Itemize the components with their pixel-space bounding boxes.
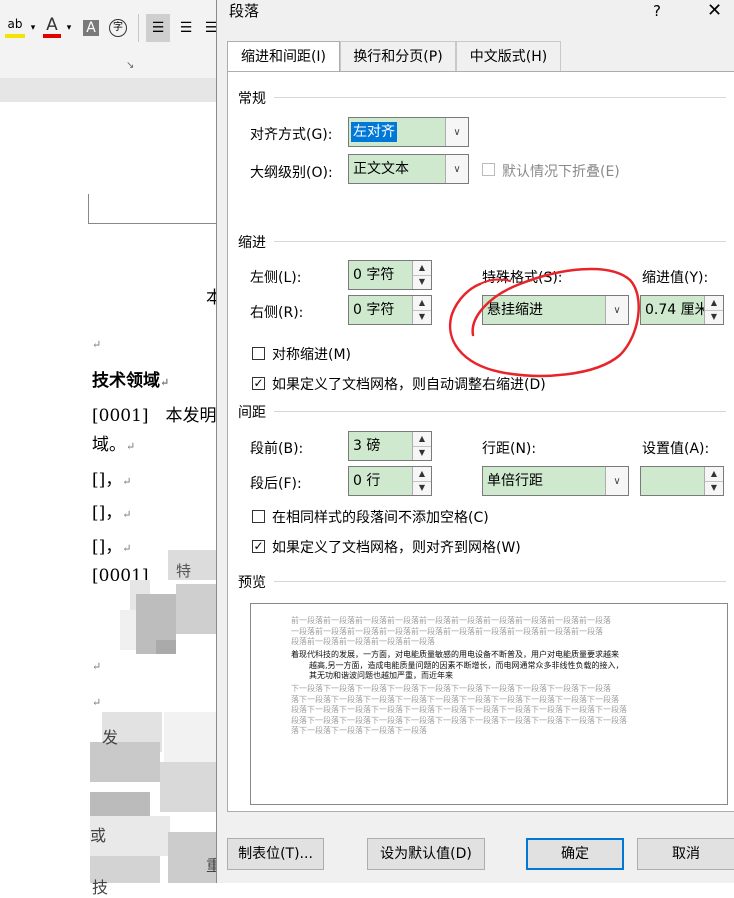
red-annotation-circle <box>449 267 640 378</box>
